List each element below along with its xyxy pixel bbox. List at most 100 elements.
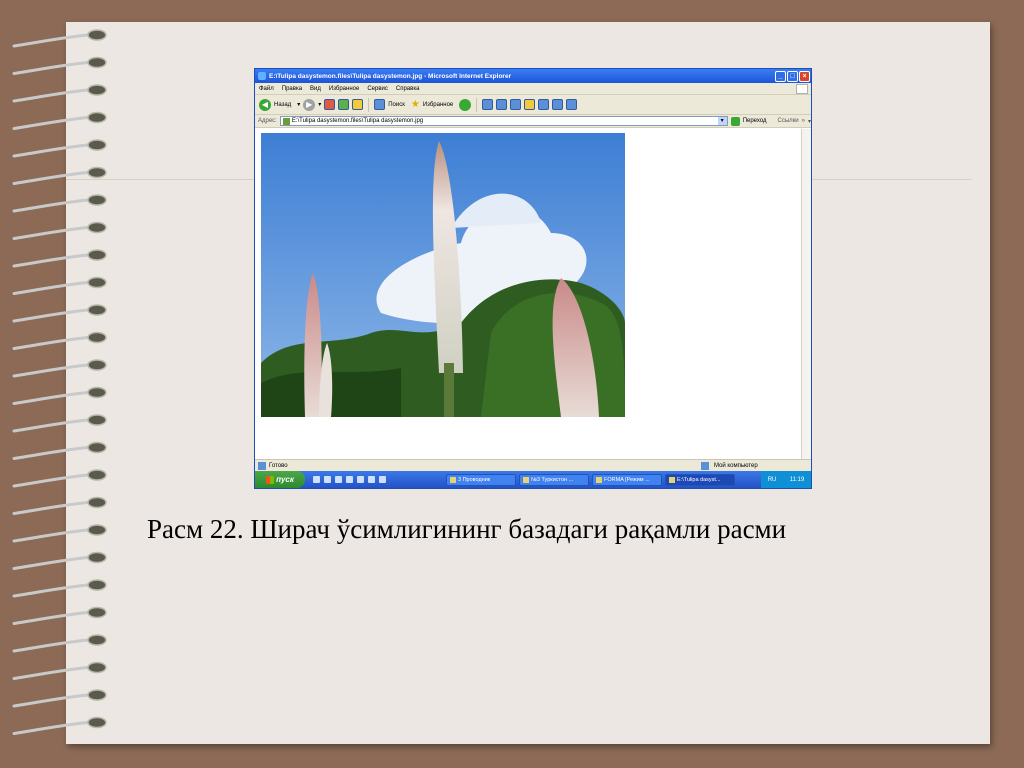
spiral-hole [87, 469, 107, 481]
vertical-scrollbar[interactable] [801, 129, 811, 459]
home-icon[interactable] [352, 99, 364, 110]
history-icon[interactable] [482, 99, 494, 110]
spiral-ring [12, 280, 100, 295]
search-button-label[interactable]: Поиск [388, 102, 405, 108]
refresh-icon[interactable] [338, 99, 350, 110]
windows-flag-icon [266, 475, 275, 484]
spiral-ring [12, 170, 100, 185]
spiral-ring [12, 115, 100, 130]
spiral-hole [87, 331, 107, 344]
start-label: пуск [276, 475, 294, 484]
spiral-hole [87, 249, 107, 261]
spiral-ring [12, 60, 100, 75]
window-icon [596, 476, 602, 483]
ie-icon [258, 72, 266, 80]
spiral-hole [87, 606, 107, 619]
spiral-ring [12, 307, 100, 323]
maximize-button[interactable]: □ [787, 70, 798, 82]
folder-icon[interactable] [524, 99, 536, 110]
go-arrow-icon[interactable] [730, 116, 740, 126]
spiral-ring [12, 390, 100, 405]
addon-icon[interactable]: ▾ [808, 118, 811, 125]
word-icon [523, 476, 529, 483]
discuss-icon[interactable] [552, 99, 564, 110]
desktop-quicklaunch-icon[interactable] [335, 476, 342, 483]
messenger-icon[interactable] [566, 99, 578, 110]
spiral-hole [87, 111, 107, 124]
spiral-ring [12, 692, 100, 708]
menu-edit[interactable]: Правка [282, 86, 302, 92]
ie-quicklaunch-icon[interactable] [313, 476, 320, 483]
address-label: Адрес: [258, 118, 277, 124]
spiral-hole [87, 496, 107, 509]
start-button[interactable]: пуск [255, 471, 305, 488]
spiral-hole [87, 634, 107, 646]
opera-quicklaunch-icon[interactable] [368, 476, 375, 483]
title-bar: E:\Tulipa dasystemon.files\Tulipa dasyst… [255, 69, 811, 83]
forward-dropdown-icon[interactable]: ▾ [318, 101, 321, 108]
spiral-ring [12, 197, 100, 213]
spiral-hole [87, 414, 107, 426]
spiral-ring [12, 335, 100, 350]
back-button-label[interactable]: Назад [274, 102, 291, 108]
go-button-label[interactable]: Переход [743, 118, 767, 124]
figure-caption: Расм 22. Ширач ўсимлигининг базадаги рақ… [147, 514, 787, 544]
stop-icon[interactable] [324, 99, 336, 110]
links-label[interactable]: Ссылки [778, 118, 799, 124]
spiral-hole [87, 221, 107, 234]
spiral-hole [87, 29, 107, 41]
spiral-ring [12, 142, 100, 158]
spiral-hole [87, 194, 107, 206]
address-dropdown-icon[interactable]: ▾ [717, 117, 727, 125]
menu-view[interactable]: Вид [310, 86, 321, 92]
task-label: 3 Проводник [458, 476, 491, 483]
close-button[interactable]: × [799, 70, 810, 82]
mail-quicklaunch-icon[interactable] [357, 476, 364, 483]
toolbar-separator [368, 97, 370, 112]
back-dropdown-icon[interactable]: ▾ [297, 101, 300, 108]
menu-help[interactable]: Справка [396, 86, 420, 92]
toolbar: ◀ Назад ▾ ▶ ▾ Поиск ★ Избранное [255, 95, 811, 115]
spiral-ring [12, 362, 100, 378]
back-arrow-icon[interactable]: ◀ [259, 98, 271, 111]
spiral-hole [87, 139, 107, 151]
search-icon[interactable] [374, 99, 386, 110]
menu-file[interactable]: Файл [259, 86, 274, 92]
windows-logo-icon [796, 84, 808, 94]
spiral-hole [87, 441, 107, 454]
task-browser[interactable]: E:\Tulipa dasyst... [665, 473, 735, 486]
edit-icon[interactable] [538, 99, 550, 110]
spiral-hole [87, 276, 107, 289]
page-content [255, 129, 801, 459]
links-chevron-icon[interactable]: » [802, 118, 805, 124]
task-buttons: 3 Проводник №3 Туркистон ... FORMA [Режи… [446, 473, 735, 486]
spiral-ring [12, 665, 100, 680]
menu-bar: Файл Правка Вид Избранное Сервис Справка [255, 83, 811, 95]
status-text: Готово [269, 462, 288, 469]
task-word-doc[interactable]: №3 Туркистон ... [519, 473, 589, 486]
app-quicklaunch-icon[interactable] [379, 476, 386, 483]
spiral-ring [12, 32, 100, 48]
print-icon[interactable] [510, 99, 522, 110]
address-input[interactable]: E:\Tulipa dasystemon.files\Tulipa dasyst… [279, 116, 728, 126]
media-icon[interactable] [459, 98, 472, 111]
media-quicklaunch-icon[interactable] [324, 476, 331, 483]
spiral-ring [12, 252, 100, 268]
spiral-ring [12, 225, 100, 240]
mail-icon[interactable] [496, 99, 508, 110]
spiral-ring [12, 637, 100, 653]
task-explorer[interactable]: 3 Проводник [446, 473, 516, 486]
language-indicator[interactable]: RU [768, 477, 777, 483]
word-quicklaunch-icon[interactable] [346, 476, 353, 483]
forward-arrow-icon[interactable]: ▶ [303, 98, 316, 111]
minimize-button[interactable]: _ [775, 70, 786, 82]
favorites-star-icon[interactable]: ★ [411, 99, 420, 110]
task-forma[interactable]: FORMA [Режим ... [592, 473, 662, 486]
menu-favorites[interactable]: Избранное [329, 86, 359, 92]
spiral-hole [87, 524, 107, 536]
favorites-button-label[interactable]: Избранное [423, 102, 453, 108]
spiral-hole [87, 166, 107, 179]
spiral-hole [87, 716, 107, 729]
menu-tools[interactable]: Сервис [367, 86, 388, 92]
status-bar: Готово Мой компьютер [255, 459, 811, 471]
